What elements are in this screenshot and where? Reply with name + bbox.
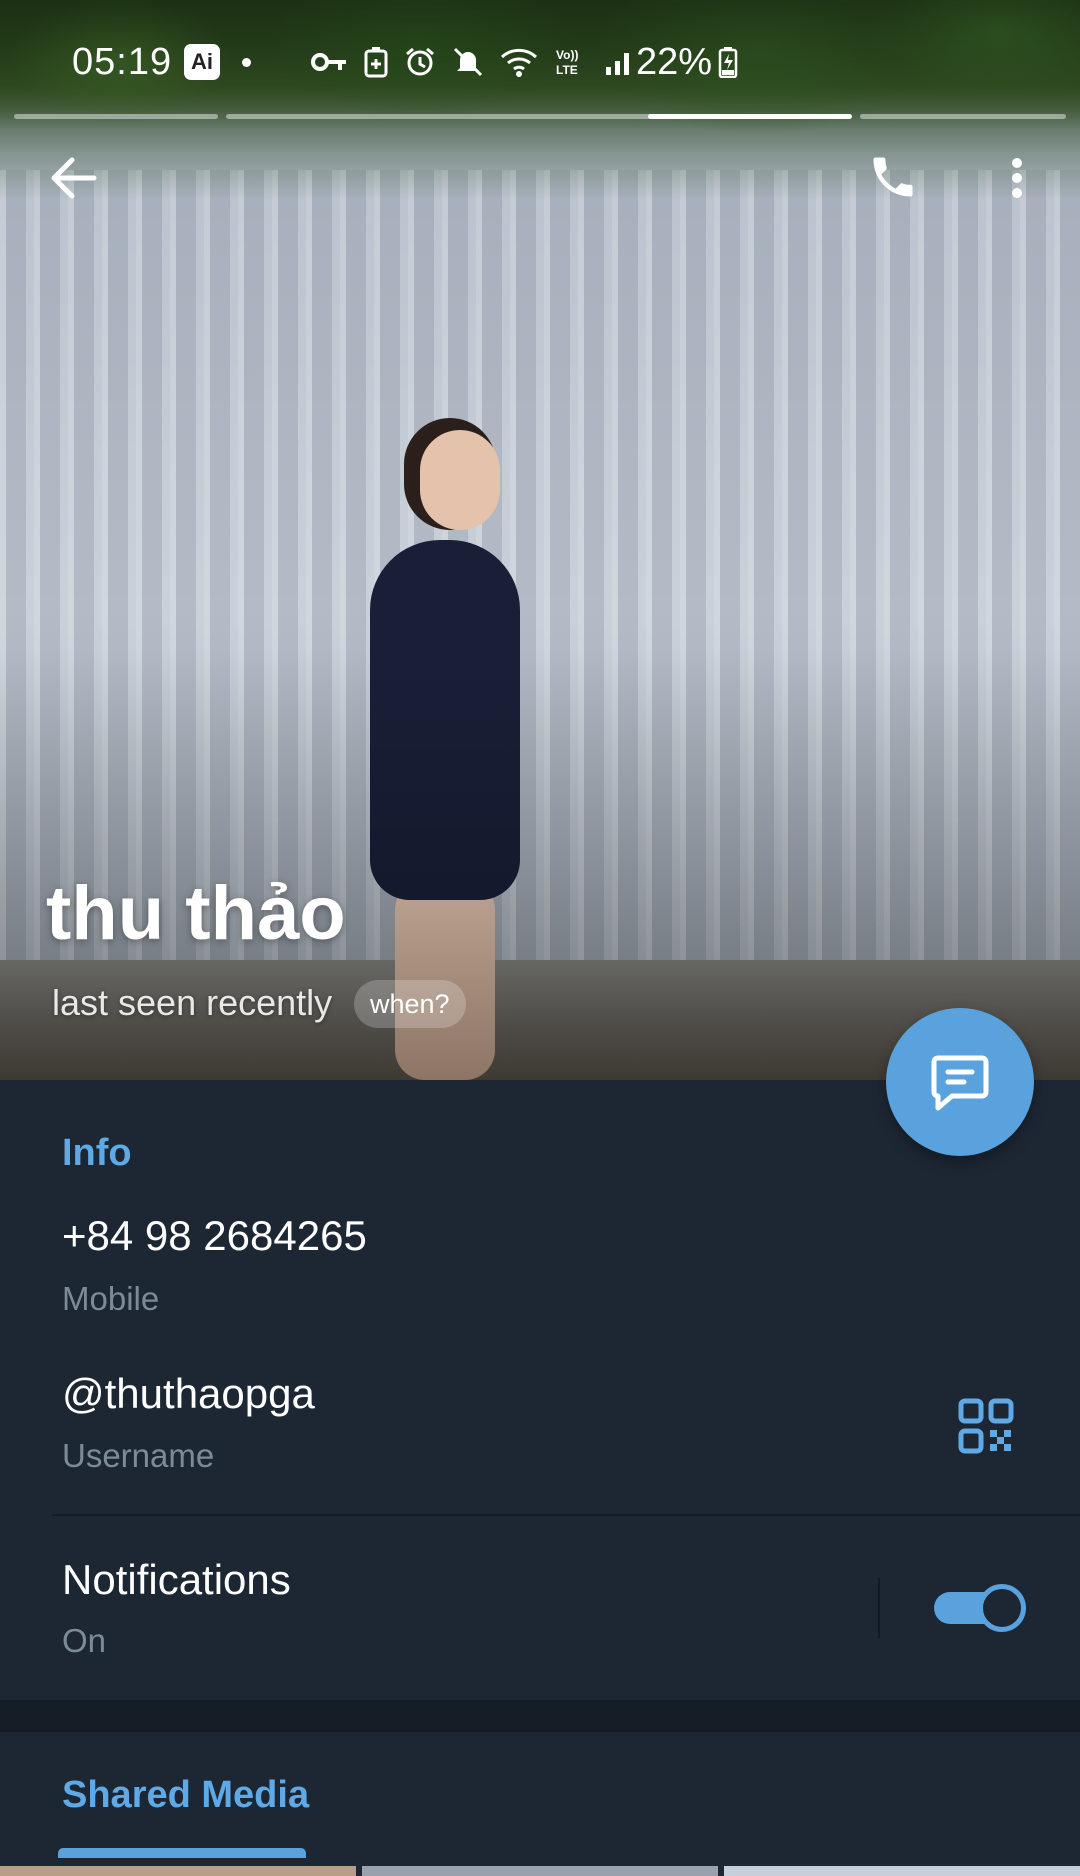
arrow-left-icon [51,157,97,199]
media-thumbnail[interactable] [0,1866,356,1876]
username[interactable]: @thuthaopga [62,1370,315,1418]
toggle-knob [978,1584,1026,1632]
tab-shared-media[interactable]: Shared Media [62,1774,309,1817]
section-gap [0,1700,1080,1732]
story-progress [14,114,1066,120]
story-segment [14,114,218,119]
message-icon [931,1055,989,1111]
qr-code-icon [958,1398,1014,1454]
qr-code-button[interactable] [958,1398,1014,1454]
status-icons: Vo)) LTE [310,46,634,78]
media-grid [0,1866,1080,1876]
media-thumbnail[interactable] [362,1866,718,1876]
phone-icon [873,157,913,197]
alarm-icon [406,47,434,76]
more-menu-button[interactable] [1000,150,1034,206]
media-thumbnail[interactable] [724,1866,1080,1876]
signal-icon [606,53,629,75]
phone-number[interactable]: +84 98 2684265 [62,1212,367,1260]
info-section: Info +84 98 2684265 Mobile @thuthaopga U… [0,1080,1080,1700]
divider [52,1514,1080,1516]
when-button[interactable]: when? [354,980,466,1028]
shared-media-section: Shared Media [0,1732,1080,1876]
svg-text:Vo)): Vo)) [556,48,578,62]
svg-text:LTE: LTE [556,63,578,77]
call-button[interactable] [862,146,924,208]
mute-icon [453,47,483,77]
story-segment [860,114,1066,119]
more-vert-icon [1012,158,1022,198]
notifications-toggle[interactable] [934,1584,1026,1632]
info-title: Info [62,1132,132,1174]
vpn-key-icon [311,53,346,71]
phone-label: Mobile [62,1280,160,1317]
tab-indicator [58,1848,306,1858]
notification-dot-icon [242,57,251,67]
notifications-title[interactable]: Notifications [62,1556,291,1604]
username-label: Username [62,1437,215,1474]
back-button[interactable] [40,150,106,206]
status-time: 05:19 [72,40,173,83]
story-segment [226,114,652,119]
charging-icon [718,47,738,78]
wifi-icon [500,48,538,77]
ai-badge-icon: Ai [184,44,220,80]
battery-saver-icon [364,47,388,78]
profile-name: thu thảo [46,871,346,956]
last-seen-status: last seen recently [52,982,333,1023]
vertical-divider [878,1578,880,1638]
battery-percent: 22% [636,40,713,83]
volte-icon: Vo))LTE [556,48,578,77]
send-message-button[interactable] [886,1008,1034,1156]
status-bar: 05:19 Ai Vo)) LTE 22% [0,30,1080,94]
story-segment-active [648,114,852,119]
notifications-state: On [62,1622,107,1659]
